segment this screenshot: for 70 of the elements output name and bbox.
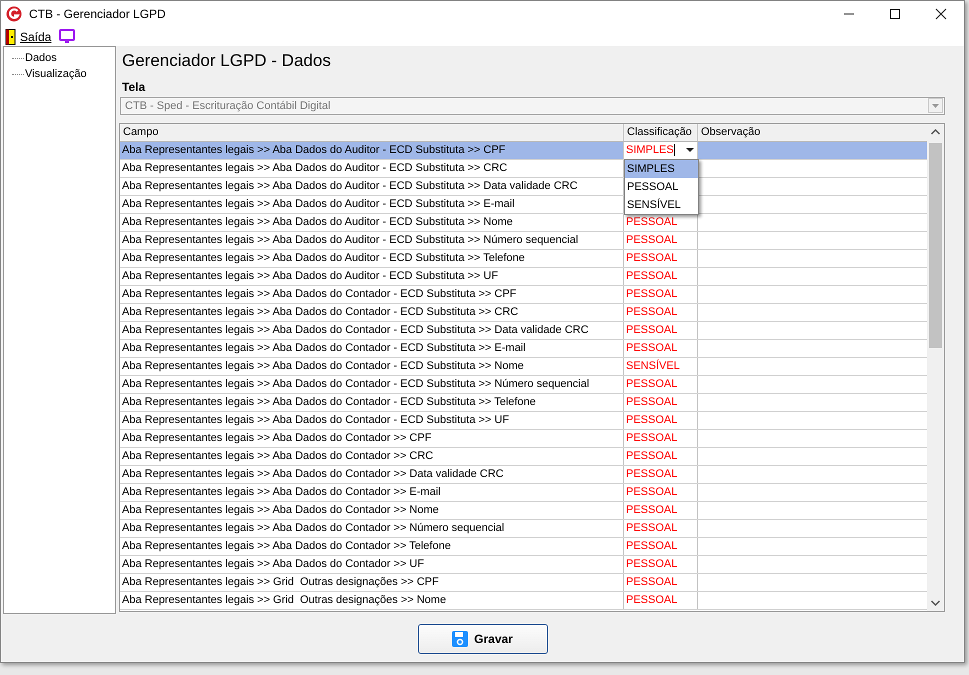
- field-label: Tela: [121, 79, 146, 96]
- table-cell: Aba Representantes legais >> Aba Dados do Auditor - ECD Substituta >> Data validade CRC: [120, 178, 624, 195]
- dropdown-option[interactable]: PESSOAL: [625, 178, 698, 196]
- table-cell: PESSOAL: [624, 250, 698, 267]
- table-cell: Aba Representantes legais >> Aba Dados do Contador - ECD Substituta >> Nome: [120, 358, 624, 375]
- dropdown-option[interactable]: SIMPLES: [625, 160, 698, 178]
- column-header[interactable]: Classificação: [624, 124, 698, 141]
- table-cell: Aba Representantes legais >> Aba Dados do Contador - ECD Substituta >> UF: [120, 412, 624, 429]
- table-cell: PESSOAL: [624, 520, 698, 537]
- table-cell: PESSOAL: [624, 466, 698, 483]
- table-cell: Aba Representantes legais >> Aba Dados do Auditor - ECD Substituta >> UF: [120, 268, 624, 285]
- table-cell: Aba Representantes legais >> Aba Dados do Contador >> Telefone: [120, 538, 624, 555]
- table-cell: PESSOAL: [624, 538, 698, 555]
- tree-item[interactable]: Dados: [24, 52, 58, 64]
- classification-select[interactable]: SIMPLES: [624, 142, 697, 159]
- table-cell: Aba Representantes legais >> Grid Outras designações >> Nome: [120, 592, 624, 609]
- menu-item[interactable]: Saída: [5, 28, 52, 44]
- table-cell: PESSOAL: [624, 304, 698, 321]
- table-cell: Aba Representantes legais >> Aba Dados do Contador - ECD Substituta >> Número sequencial: [120, 376, 624, 393]
- menu-item[interactable]: [59, 28, 76, 44]
- table-cell: Aba Representantes legais >> Aba Dados do Contador >> Data validade CRC: [120, 466, 624, 483]
- column-header[interactable]: Observação: [698, 124, 927, 141]
- table-cell: Aba Representantes legais >> Aba Dados do Contador >> UF: [120, 556, 624, 573]
- table-cell: Aba Representantes legais >> Aba Dados do Auditor - ECD Substituta >> E-mail: [120, 196, 624, 213]
- table-cell: Aba Representantes legais >> Aba Dados do Contador - ECD Substituta >> Telefone: [120, 394, 624, 411]
- save-button[interactable]: Gravar: [418, 624, 548, 654]
- table-cell: Aba Representantes legais >> Aba Dados do Contador >> CPF: [120, 430, 624, 447]
- monitor-icon: [59, 28, 76, 44]
- tree-item[interactable]: Visualização: [24, 68, 88, 80]
- table-cell: Aba Representantes legais >> Aba Dados do Auditor - ECD Substituta >> CPF: [120, 142, 624, 159]
- table-cell: PESSOAL: [624, 376, 698, 393]
- table-cell: SENSÍVEL: [624, 358, 698, 375]
- table-cell: Aba Representantes legais >> Aba Dados do Contador - ECD Substituta >> Data validade CRC: [120, 322, 624, 339]
- table-cell: PESSOAL: [624, 430, 698, 447]
- page-heading: Gerenciador LGPD - Dados: [121, 50, 332, 72]
- table-cell: Aba Representantes legais >> Aba Dados do Contador >> CRC: [120, 448, 624, 465]
- column-header[interactable]: Campo: [120, 124, 624, 141]
- table-cell: PESSOAL: [624, 286, 698, 303]
- maximize-icon[interactable]: [888, 7, 902, 21]
- window-title: CTB - Gerenciador LGPD: [29, 7, 167, 21]
- table-cell: Aba Representantes legais >> Grid Outras designações >> CPF: [120, 574, 624, 591]
- table-cell: PESSOAL: [624, 214, 698, 231]
- table-cell: PESSOAL: [624, 592, 698, 609]
- table-cell: PESSOAL: [624, 322, 698, 339]
- table-cell: Aba Representantes legais >> Aba Dados do Contador >> Número sequencial: [120, 520, 624, 537]
- table-cell: Aba Representantes legais >> Aba Dados do Auditor - ECD Substituta >> Nome: [120, 214, 624, 231]
- dropdown-option[interactable]: SENSÍVEL: [625, 196, 698, 214]
- table-cell: PESSOAL: [624, 448, 698, 465]
- table-cell: PESSOAL: [624, 574, 698, 591]
- table-cell: Aba Representantes legais >> Aba Dados do Auditor - ECD Substituta >> Telefone: [120, 250, 624, 267]
- table-cell: Aba Representantes legais >> Aba Dados do Auditor - ECD Substituta >> Número sequencial: [120, 232, 624, 249]
- table-cell: PESSOAL: [624, 232, 698, 249]
- scroll-thumb[interactable]: [929, 142, 942, 348]
- table-cell: Aba Representantes legais >> Aba Dados do Contador - ECD Substituta >> CRC: [120, 304, 624, 321]
- table-cell: PESSOAL: [624, 484, 698, 501]
- table-cell: PESSOAL: [624, 394, 698, 411]
- table-cell: PESSOAL: [624, 412, 698, 429]
- vertical-scrollbar[interactable]: [927, 124, 944, 611]
- table-cell: Aba Representantes legais >> Aba Dados do Contador - ECD Substituta >> E-mail: [120, 340, 624, 357]
- app-logo-icon: [6, 6, 22, 22]
- table-cell: PESSOAL: [624, 556, 698, 573]
- close-icon[interactable]: [934, 7, 948, 21]
- table-cell: Aba Representantes legais >> Aba Dados do Contador >> Nome: [120, 502, 624, 519]
- table-cell: Aba Representantes legais >> Aba Dados do Auditor - ECD Substituta >> CRC: [120, 160, 624, 177]
- table-cell: PESSOAL: [624, 340, 698, 357]
- table-cell: Aba Representantes legais >> Aba Dados do Contador >> E-mail: [120, 484, 624, 501]
- table-cell: PESSOAL: [624, 502, 698, 519]
- table-cell: Aba Representantes legais >> Aba Dados do Contador - ECD Substituta >> CPF: [120, 286, 624, 303]
- table-cell: PESSOAL: [624, 268, 698, 285]
- door-icon: [5, 28, 16, 44]
